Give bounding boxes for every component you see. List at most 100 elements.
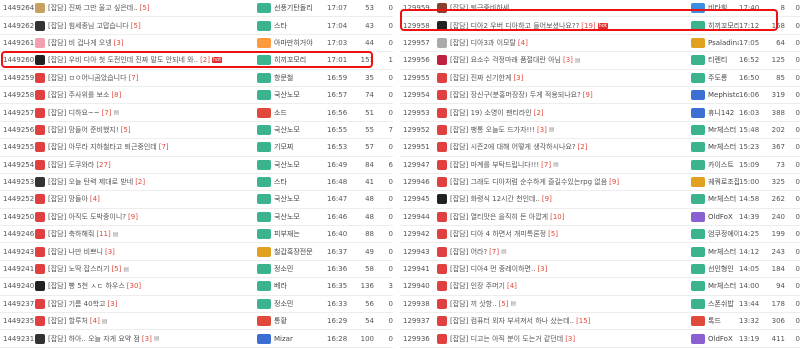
post-row[interactable]: 1449261 [잡담] 비 겁나게 오넹 [3] 아마만히거야 17:03 44 0 (0, 35, 393, 53)
post-row[interactable]: 1449254 [잡담] 도쿠와라 [27] 국산노모 16:49 84 6 (0, 157, 393, 174)
author-name[interactable]: 휴니142 (708, 108, 734, 118)
post-title-cell[interactable]: [잡담] 마계를 부탁드립니다!!! [7] ▤ (437, 159, 691, 170)
post-row[interactable]: 129940 [잡담] 인장 주머기 [4] Mr체스터 14:00 94 0 (400, 278, 800, 296)
author-name[interactable]: 베라 (274, 281, 287, 291)
comment-count[interactable]: [5] (121, 126, 131, 134)
post-title-cell[interactable]: [잡담] 화령식 12시간 천인데.. [9] (437, 194, 691, 205)
author-cell[interactable]: 궤쿼로조잡 (691, 177, 739, 188)
post-row[interactable]: 129954 [잡담] 장신구(분홍머장장) 두게 적용되나요? [9] Mephis… (400, 87, 800, 105)
author-cell[interactable]: Mephisto1 (691, 90, 739, 101)
comment-count[interactable]: [3] (142, 335, 152, 343)
post-title[interactable]: [잡담] 망들어 준비했지! (48, 125, 119, 135)
post-row[interactable]: 1449262 [잡담] 힘세종님 고맙습니다 [5] 스타 17:04 43 0 (0, 17, 393, 35)
author-name[interactable]: 주도롱 (708, 73, 727, 83)
post-title[interactable]: [잡담] 요소수 걱정마래 품절대란 아님 (450, 55, 561, 65)
post-row[interactable]: 129946 [잡담] 그래도 디아처럼 순수하게 즐길수있는rpg 없음 [9] 궤… (400, 174, 800, 192)
author-name[interactable]: 국산노모 (274, 125, 300, 135)
post-row[interactable]: 1449231 [잡담] 하아.. 오늘 자게 요약 점 [3] ▤ Mizar 16:2… (0, 330, 393, 348)
author-cell[interactable]: 선인형인 (691, 264, 739, 275)
post-row[interactable]: 1449246 [잡담] 축하해줘 [11] ▤ 피부재는 16:40 88 0 (0, 226, 393, 244)
post-row[interactable]: 1449235 [잡담] 할루처 [4] ▤ 통황 16:29 54 0 (0, 313, 393, 331)
author-cell[interactable]: 스타 (257, 20, 327, 31)
post-title-cell[interactable]: [잡담] 그래도 디아처럼 순수하게 즐길수있는rpg 없음 [9] (437, 177, 691, 188)
post-title[interactable]: [잡담] 디아 4 하면서 개미특론정 (450, 229, 546, 239)
post-row[interactable]: 129951 [잡담] 시즌2에 대해 어떻게 생각하시나요? [2] Mr체스터 15… (400, 139, 800, 157)
comment-count[interactable]: [10] (550, 213, 564, 221)
post-title[interactable]: [잡담] 할루처 (48, 316, 88, 326)
author-name[interactable]: 국산노모 (274, 90, 300, 100)
post-row[interactable]: 129936 [잡담] 디고는 아직 분이 도는거 같던데 [3] OldFoX 13:… (400, 330, 800, 348)
post-row[interactable]: 1449259 [잡담] ㅁㅇ어니곰았습니다 [7] 항문철 16:59 35 0 (0, 70, 393, 87)
comment-count[interactable]: [15] (576, 317, 590, 325)
author-cell[interactable]: 카이스트 (691, 159, 739, 170)
post-title-cell[interactable]: [잡담] 어라? [7] ▤ (437, 246, 691, 257)
post-row[interactable]: 1449243 [잡담] 나만 비쁘니 [3] 철갑흑장전문 16:37 49 0 (0, 243, 393, 261)
post-title[interactable]: [잡담] 비 겁나게 오넹 (48, 38, 112, 48)
post-row[interactable]: 1449250 [잡담] 아직도 도박중이니? [9] 국산노모 16:46 48 0 (0, 209, 393, 227)
author-name[interactable]: 정소민 (274, 264, 293, 274)
author-cell[interactable]: 소드 (257, 107, 327, 118)
post-title-cell[interactable]: [잡담] 축하해줘 [11] ▤ (35, 229, 257, 240)
author-cell[interactable]: 항문철 (257, 72, 327, 83)
post-row[interactable]: 1449255 [잡담] 아무라 지하철타고 퇴근중인데 [7] 기모찌 16:53 57… (0, 139, 393, 157)
post-row[interactable]: 129944 [잡담] 열티맛은 을직히 돈 아깝게 [10] OldFoX 14:39… (400, 209, 800, 227)
author-cell[interactable]: OldFoX (691, 211, 739, 222)
author-cell[interactable]: Mr체스터 (691, 246, 739, 257)
post-title-cell[interactable]: [잡담] 진짜 신기한게 [3] (437, 72, 691, 83)
comment-count[interactable]: [8] (111, 91, 121, 99)
post-title-cell[interactable]: [잡담] 노딱 잡스러기 [5] ▤ (35, 264, 257, 275)
post-title[interactable]: [잡담] 팽통 오늘도 드가자!!! (450, 125, 535, 135)
post-title[interactable]: [잡담] 그래도 디아처럼 순수하게 즐길수있는rpg 없음 (450, 177, 607, 187)
comment-count[interactable]: [4] (507, 282, 517, 290)
post-title[interactable]: [잡담] 나만 비쁘니 (48, 247, 103, 257)
post-row[interactable]: 1449252 [잡담] 망들아 [4] 국산노모 16:47 48 0 (0, 191, 393, 209)
author-name[interactable]: 정소민 (274, 299, 293, 309)
post-title[interactable]: [잡담] 진짜 신기한게 (450, 73, 511, 83)
post-title[interactable]: [잡담] 축하해줘 (48, 229, 94, 239)
post-row[interactable]: 129945 [잡담] 화령식 12시간 천인데.. [9] Mr체스터 14:58 26… (400, 191, 800, 209)
comment-count[interactable]: [7] (102, 109, 112, 117)
post-row[interactable]: 129947 [잡담] 마계를 부탁드립니다!!! [7] ▤ 카이스트 15:09 73 0 (400, 157, 800, 174)
author-name[interactable]: 통황 (274, 316, 287, 326)
author-name[interactable]: 스폰쉬밥 (708, 299, 734, 309)
author-name[interactable]: 소드 (274, 108, 287, 118)
author-cell[interactable]: 국산노모 (257, 124, 327, 135)
post-row[interactable]: 129956 [잡담] 요소수 걱정마래 품절대란 아님 [3] ▤ 티렌티 16:52 1… (400, 52, 800, 70)
comment-count[interactable]: [5] (499, 300, 509, 308)
post-title[interactable]: [잡담] 아직도 도박중이니? (48, 212, 126, 222)
author-cell[interactable]: 국산노모 (257, 211, 327, 222)
author-cell[interactable]: Mr체스터 (691, 124, 739, 135)
author-cell[interactable]: 국산노모 (257, 90, 327, 101)
comment-count[interactable]: [7] (129, 74, 139, 82)
comment-count[interactable]: [3] (537, 265, 547, 273)
post-title[interactable]: [잡담] 빵 5천 ㅅㄷ 하우스 (48, 281, 125, 291)
post-title[interactable]: [잡담] 도쿠와라 (48, 160, 94, 170)
comment-count[interactable]: [2] (534, 109, 544, 117)
author-name[interactable]: 국산노모 (274, 160, 300, 170)
post-row[interactable]: 129952 [잡담] 팽통 오늘도 드가자!!! [3] ▤ Mr체스터 15:48 20… (400, 122, 800, 140)
post-title[interactable]: [잡담] 컴퓨터 외자 부셔져서 하나 샀는데.. (450, 316, 574, 326)
author-cell[interactable]: 통황 (257, 316, 327, 327)
author-name[interactable]: Mr체스터 (708, 194, 736, 204)
post-row[interactable]: 129937 [잡담] 컴퓨터 외자 부셔져서 하나 샀는데.. [15] 톡드 13:… (400, 313, 800, 331)
post-title[interactable]: [잡담] 아무라 지하철타고 퇴근중인데 (48, 142, 157, 152)
comment-count[interactable]: [3] (107, 300, 117, 308)
post-title[interactable]: [잡담] 디고는 아직 분이 도는거 같던데 (450, 334, 563, 344)
post-title-cell[interactable]: [잡담] 아무라 지하철타고 퇴근중인데 [7] (35, 142, 257, 153)
comment-count[interactable]: [9] (583, 91, 593, 99)
author-cell[interactable]: 티렌티 (691, 55, 739, 66)
post-title[interactable]: [잡담] ㅁㅇ어니곰았습니다 (48, 73, 127, 83)
comment-count[interactable]: [7] (541, 161, 551, 169)
post-title[interactable]: [잡담] 오늘 탄력 제대로 받네 (48, 177, 133, 187)
post-title-cell[interactable]: [잡담] 빵 5천 ㅅㄷ 하우스 [30] (35, 281, 257, 292)
author-cell[interactable]: 철갑흑장전문 (257, 246, 327, 257)
post-title-cell[interactable]: [잡담] 나만 비쁘니 [3] (35, 246, 257, 257)
comment-count[interactable]: [7] (159, 143, 169, 151)
author-name[interactable]: 스타 (274, 21, 287, 31)
author-cell[interactable]: Mr체스터 (691, 142, 739, 153)
post-title[interactable]: [잡담] 주사위를 보소 (48, 90, 109, 100)
comment-count[interactable]: [3] (565, 335, 575, 343)
post-row[interactable]: 1449258 [잡담] 주사위를 보소 [8] 국산노모 16:57 74 0 (0, 87, 393, 105)
post-title-cell[interactable]: [잡담] 아직도 도박중이니? [9] (35, 211, 257, 222)
comment-count[interactable]: [3] (105, 248, 115, 256)
